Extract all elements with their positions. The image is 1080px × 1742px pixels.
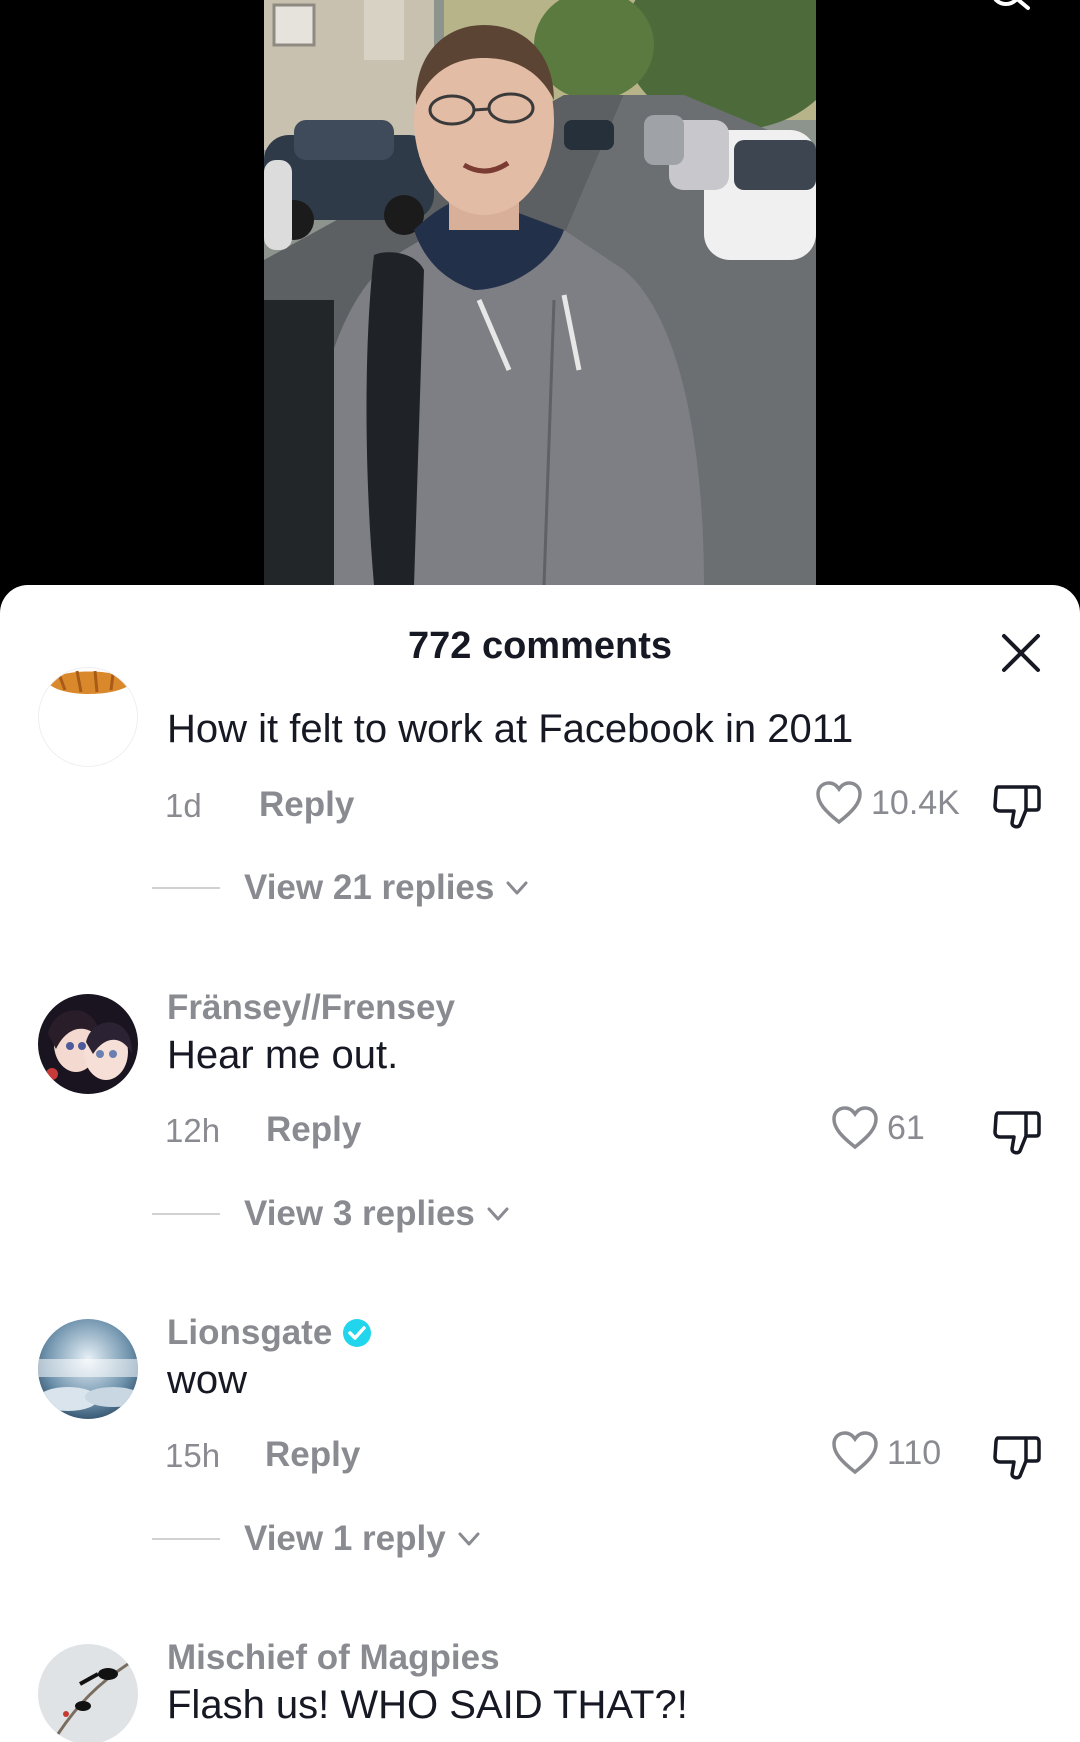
like-count: 110 — [887, 1433, 942, 1472]
lionsgate-logo-avatar — [38, 1319, 138, 1419]
comment-username-label: Lionsgate — [167, 1313, 333, 1352]
avatar[interactable] — [38, 667, 138, 767]
video-player[interactable] — [0, 0, 1080, 600]
comments-sheet: 772 comments How it felt to work at Face… — [0, 585, 1080, 1742]
thumbs-down-icon[interactable] — [990, 1105, 1044, 1159]
chevron-down-icon — [506, 881, 528, 895]
comment-timestamp: 15h — [165, 1437, 221, 1474]
view-replies-button[interactable]: View 21 replies — [152, 868, 530, 908]
view-replies-button[interactable]: View 3 replies — [152, 1194, 511, 1234]
chevron-down-icon — [458, 1532, 480, 1546]
divider-line — [152, 1213, 220, 1215]
comment-text: How it felt to work at Facebook in 2011 — [167, 707, 854, 751]
comment-item: How it felt to work at Facebook in 2011 … — [0, 585, 1080, 908]
search-icon[interactable] — [984, 0, 1032, 22]
like-button[interactable]: 110 — [831, 1430, 941, 1476]
magpie-avatar-image — [38, 1644, 138, 1742]
divider-line — [152, 887, 220, 889]
croissant-avatar-image — [39, 668, 137, 766]
comment-username[interactable]: Fränsey//Frensey — [167, 988, 455, 1028]
comment-item: Mischief of Magpies Flash us! WHO SAID T… — [0, 1635, 1080, 1742]
like-count: 10.4K — [871, 783, 960, 822]
comment-item: Lionsgate wow 15h Reply 110 View 1 reply — [0, 1310, 1080, 1610]
comment-item: Fränsey//Frensey Hear me out. 12h Reply … — [0, 985, 1080, 1285]
video-frame[interactable] — [264, 0, 816, 585]
reply-button[interactable]: Reply — [266, 1110, 361, 1150]
avatar[interactable] — [38, 1319, 138, 1419]
heart-icon — [816, 781, 862, 825]
comment-text: wow — [167, 1358, 248, 1402]
comment-text: Flash us! WHO SAID THAT?! — [167, 1683, 688, 1727]
like-button[interactable]: 61 — [831, 1105, 925, 1151]
heart-icon — [832, 1106, 878, 1150]
comment-timestamp: 12h — [165, 1112, 221, 1149]
comment-text: Hear me out. — [167, 1033, 399, 1077]
view-replies-label: View 21 replies — [244, 868, 495, 907]
avatar[interactable] — [38, 1644, 138, 1742]
chevron-down-icon — [487, 1207, 509, 1221]
reply-button[interactable]: Reply — [259, 785, 354, 825]
comment-timestamp: 1d — [165, 787, 202, 824]
view-replies-label: View 1 reply — [244, 1519, 446, 1558]
verified-badge-icon — [343, 1319, 372, 1347]
heart-icon — [832, 1431, 878, 1475]
like-button[interactable]: 10.4K — [815, 780, 960, 826]
video-thumbnail — [264, 0, 816, 585]
thumbs-down-icon[interactable] — [990, 1430, 1044, 1484]
view-replies-label: View 3 replies — [244, 1194, 475, 1233]
divider-line — [152, 1538, 220, 1540]
thumbs-down-icon[interactable] — [990, 779, 1044, 833]
avatar[interactable] — [38, 994, 138, 1094]
like-count: 61 — [887, 1108, 925, 1147]
reply-button[interactable]: Reply — [265, 1435, 360, 1475]
view-replies-button[interactable]: View 1 reply — [152, 1519, 482, 1559]
comment-username[interactable]: Lionsgate — [167, 1313, 372, 1353]
anime-avatar-image — [38, 994, 138, 1094]
comment-username[interactable]: Mischief of Magpies — [167, 1638, 500, 1678]
